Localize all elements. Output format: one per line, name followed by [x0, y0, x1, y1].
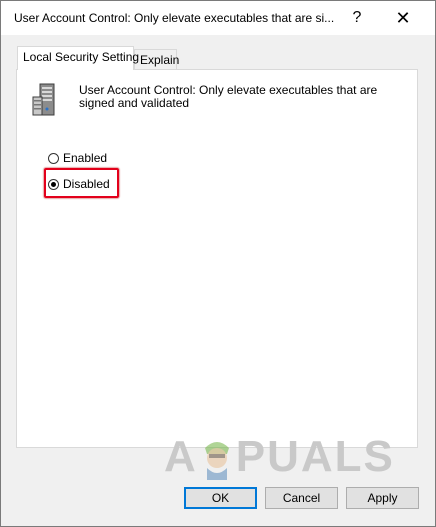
mascot-logo-icon: [204, 442, 229, 480]
title-bar[interactable]: User Account Control: Only elevate execu…: [1, 1, 435, 35]
enabled-label: Enabled: [63, 151, 108, 165]
watermark-text: PUALS: [235, 432, 395, 481]
watermark-letter-a: A: [164, 432, 198, 481]
disabled-highlight-box: [44, 168, 119, 198]
tab-explain[interactable]: Explain: [134, 49, 179, 70]
dialog-window: User Account Control: Only elevate execu…: [0, 0, 436, 527]
help-button[interactable]: ?: [343, 7, 371, 29]
policy-description: User Account Control: Only elevate execu…: [79, 83, 378, 110]
enabled-radio-option[interactable]: Enabled: [48, 149, 107, 167]
server-policy-icon: [32, 83, 55, 116]
settings-panel: User Account Control: Only elevate execu…: [16, 69, 418, 448]
ok-button[interactable]: OK: [184, 487, 257, 509]
enabled-radio[interactable]: [48, 152, 59, 164]
apply-button[interactable]: Apply: [346, 487, 419, 509]
cancel-button[interactable]: Cancel: [265, 487, 338, 509]
tab-local-security-setting[interactable]: Local Security Setting: [17, 46, 139, 70]
window-title: User Account Control: Only elevate execu…: [14, 11, 335, 25]
close-button[interactable]: ✕: [389, 7, 417, 29]
appuals-watermark: A PUALS: [164, 428, 395, 486]
